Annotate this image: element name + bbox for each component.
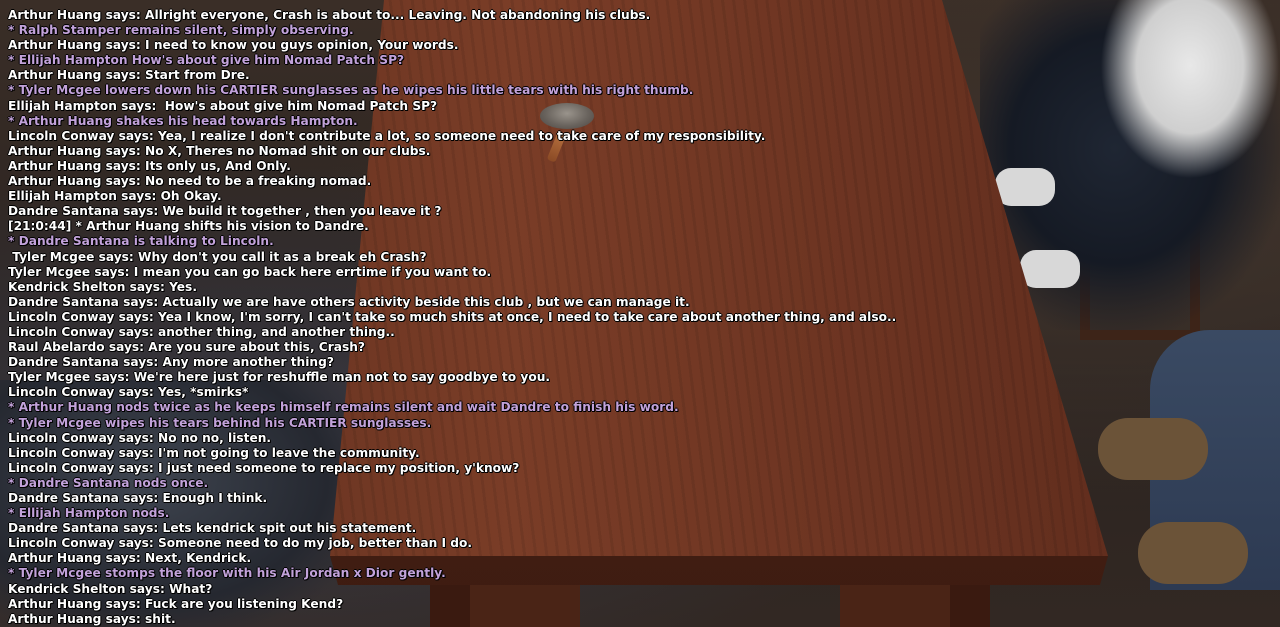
chat-message-line: Arthur Huang says: Start from Dre. (8, 68, 250, 83)
chat-action-line: * Ellijah Hampton How's about give him N… (8, 53, 405, 68)
chat-action-line: * Arthur Huang shakes his head towards H… (8, 113, 358, 128)
chat-message-line: Arthur Huang says: No need to be a freak… (8, 174, 372, 189)
chat-action-line: * Tyler Mcgee lowers down his CARTIER su… (8, 83, 694, 98)
chat-message-line: [21:0:44] * Arthur Huang shifts his visi… (8, 219, 369, 234)
chat-message-line: Arthur Huang says: Next, Kendrick. (8, 551, 252, 566)
chat-action-line: * Dandre Santana nods once. (8, 475, 209, 490)
chat-message-line: Lincoln Conway says: Someone need to do … (8, 536, 472, 551)
chat-message-line: Kendrick Shelton says: What? (8, 581, 213, 596)
chat-action-line: * Arthur Huang nods twice as he keeps hi… (8, 400, 679, 415)
chat-message-line: Tyler Mcgee says: We're here just for re… (8, 370, 550, 385)
sneaker (1020, 250, 1080, 288)
chat-message-line: Lincoln Conway says: No no no, listen. (8, 430, 272, 445)
chat-message-line: Lincoln Conway says: Yea I know, I'm sor… (8, 309, 897, 324)
chat-message-line: Raul Abelardo says: Are you sure about t… (8, 340, 365, 355)
chat-message-line: Arthur Huang says: I need to know you gu… (8, 38, 459, 53)
chat-message-line: Dandre Santana says: Lets kendrick spit … (8, 521, 417, 536)
boot (1098, 418, 1208, 480)
chat-message-line: Ellijah Hampton says: Oh Okay. (8, 189, 222, 204)
chat-message-line: Dandre Santana says: Actually we are hav… (8, 294, 690, 309)
chat-message-line: Dandre Santana says: Enough I think. (8, 491, 268, 505)
chat-message-line: Lincoln Conway says: Yes, *smirks* (8, 385, 249, 400)
chat-message-line: Lincoln Conway says: I'm not going to le… (8, 445, 420, 460)
table-leg (950, 585, 990, 627)
chat-action-line: * Tyler Mcgee stomps the floor with his … (8, 566, 446, 581)
chat-message-line: Lincoln Conway says: Yea, I realize I do… (8, 128, 766, 143)
chat-action-line: * Ralph Stamper remains silent, simply o… (8, 23, 354, 38)
boot (1138, 522, 1248, 584)
sneaker (995, 168, 1055, 206)
chat-message-line: Arthur Huang says: No X, Theres no Nomad… (8, 143, 431, 158)
chat-message-line: Lincoln Conway says: another thing, and … (8, 324, 395, 339)
chat-log: Arthur Huang says: Allright everyone, Cr… (8, 8, 896, 627)
chat-action-line: * Dandre Santana is talking to Lincoln. (8, 234, 274, 249)
chat-message-line: Arthur Huang says: Fuck are you listenin… (8, 596, 344, 611)
chat-action-line: * Ellijah Hampton nods. (8, 506, 170, 521)
chat-action-line: * Tyler Mcgee wipes his tears behind his… (8, 415, 432, 430)
chat-message-line: Tyler Mcgee says: Why don't you call it … (8, 249, 427, 264)
chat-message-line: Ellijah Hampton says: How's about give h… (8, 98, 438, 113)
chat-message-line: Tyler Mcgee says: I mean you can go back… (8, 264, 492, 279)
chat-message-line: Dandre Santana says: Any more another th… (8, 355, 334, 370)
chat-message-line: Arthur Huang says: shit. (8, 611, 176, 626)
chat-message-line: Kendrick Shelton says: Yes. (8, 279, 197, 294)
chat-message-line: Arthur Huang says: Allright everyone, Cr… (8, 8, 651, 22)
chat-message-line: Arthur Huang says: Its only us, And Only… (8, 158, 291, 173)
chat-message-line: Lincoln Conway says: I just need someone… (8, 460, 520, 475)
chat-message-line: Dandre Santana says: We build it togethe… (8, 204, 442, 219)
